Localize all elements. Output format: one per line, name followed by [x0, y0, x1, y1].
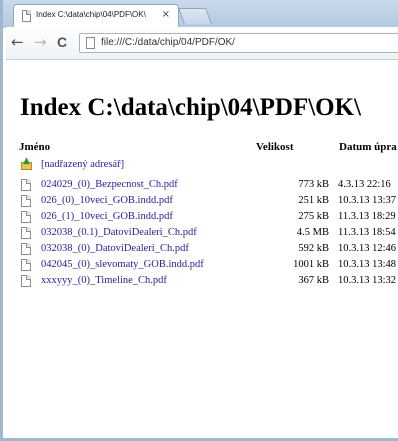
- file-date: 10.3.13 13:48: [338, 259, 397, 270]
- file-link[interactable]: 024029_(0)_Bezpecnost_Ch.pdf: [41, 179, 178, 190]
- file-date: 4.3.13 22:16: [338, 179, 391, 190]
- page-icon: [86, 37, 95, 49]
- url-text[interactable]: file:///C:/data/chip/04/PDF/OK/: [101, 37, 235, 48]
- file-link[interactable]: 032038_(0.1)_DatoviDealeri_Ch.pdf: [41, 227, 197, 238]
- table-row: 032038_(0.1)_DatoviDealeri_Ch.pdf 4.5 MB…: [6, 226, 398, 242]
- file-icon: [21, 243, 31, 255]
- file-size: 251 kB: [298, 195, 329, 206]
- table-row: 042045_(0)_slevomaty_GOB.indd.pdf 1001 k…: [6, 258, 398, 274]
- file-link[interactable]: 032038_(0)_DatoviDealeri_Ch.pdf: [41, 243, 189, 254]
- back-arrow-icon[interactable]: ←: [11, 34, 24, 50]
- file-size: 773 kB: [298, 179, 329, 190]
- forward-arrow-icon[interactable]: →: [34, 34, 47, 50]
- file-date: 10.3.13 13:32: [338, 275, 397, 286]
- file-date: 11.3.13 18:54: [338, 227, 396, 238]
- column-header-size[interactable]: Velikost: [256, 141, 294, 153]
- table-row: 026_(0)_10veci_GOB.indd.pdf 251 kB 10.3.…: [6, 194, 398, 210]
- file-date: 10.3.13 12:46: [338, 243, 397, 254]
- browser-tab[interactable]: Index C:\data\chip\04\PDF\OK\ ×: [13, 4, 179, 28]
- file-link[interactable]: xxxyyy_(0)_Timeline_Ch.pdf: [41, 275, 167, 286]
- page-content: Index C:\data\chip\04\PDF\OK\ Jméno Veli…: [6, 60, 398, 438]
- file-link[interactable]: 026_(0)_10veci_GOB.indd.pdf: [41, 195, 173, 206]
- file-link[interactable]: 042045_(0)_slevomaty_GOB.indd.pdf: [41, 259, 204, 270]
- toolbar: ← → C file:///C:/data/chip/04/PDF/OK/: [6, 27, 398, 60]
- file-icon: [21, 275, 31, 287]
- file-icon: [21, 195, 31, 207]
- folder-up-icon: ▲: [21, 156, 33, 171]
- up-arrow-icon: ▲: [23, 156, 30, 166]
- file-icon: [21, 211, 31, 223]
- table-row: 026_(1)_10veci_GOB.indd.pdf 275 kB 11.3.…: [6, 210, 398, 226]
- file-date: 11.3.13 18:29: [338, 211, 396, 222]
- tab-close-icon[interactable]: ×: [162, 9, 170, 20]
- parent-directory-link[interactable]: [nadřazený adresář]: [41, 159, 124, 170]
- new-tab-button[interactable]: [178, 8, 212, 24]
- table-row: xxxyyy_(0)_Timeline_Ch.pdf 367 kB 10.3.1…: [6, 274, 398, 290]
- page-title: Index C:\data\chip\04\PDF\OK\: [20, 94, 362, 121]
- file-icon: [21, 179, 31, 191]
- parent-directory-row: ▲ [nadřazený adresář]: [6, 156, 398, 174]
- file-size: 1001 kB: [293, 259, 329, 270]
- file-size: 275 kB: [298, 211, 329, 222]
- file-date: 10.3.13 13:37: [338, 195, 397, 206]
- table-row: 024029_(0)_Bezpecnost_Ch.pdf 773 kB 4.3.…: [6, 178, 398, 194]
- address-bar[interactable]: file:///C:/data/chip/04/PDF/OK/: [79, 33, 398, 53]
- tab-strip: Index C:\data\chip\04\PDF\OK\ ×: [3, 0, 398, 28]
- file-icon: [21, 227, 31, 239]
- reload-icon[interactable]: C: [57, 34, 67, 50]
- column-header-name[interactable]: Jméno: [19, 141, 50, 153]
- table-row: 032038_(0)_DatoviDealeri_Ch.pdf 592 kB 1…: [6, 242, 398, 258]
- page-icon: [22, 10, 31, 22]
- file-size: 367 kB: [298, 275, 329, 286]
- file-size: 4.5 MB: [296, 227, 329, 238]
- file-icon: [21, 259, 31, 271]
- tab-title: Index C:\data\chip\04\PDF\OK\: [36, 10, 146, 19]
- browser-window: Index C:\data\chip\04\PDF\OK\ × ← → C fi…: [0, 0, 398, 441]
- file-size: 592 kB: [298, 243, 329, 254]
- file-link[interactable]: 026_(1)_10veci_GOB.indd.pdf: [41, 211, 173, 222]
- column-header-date[interactable]: Datum úpra: [339, 141, 397, 153]
